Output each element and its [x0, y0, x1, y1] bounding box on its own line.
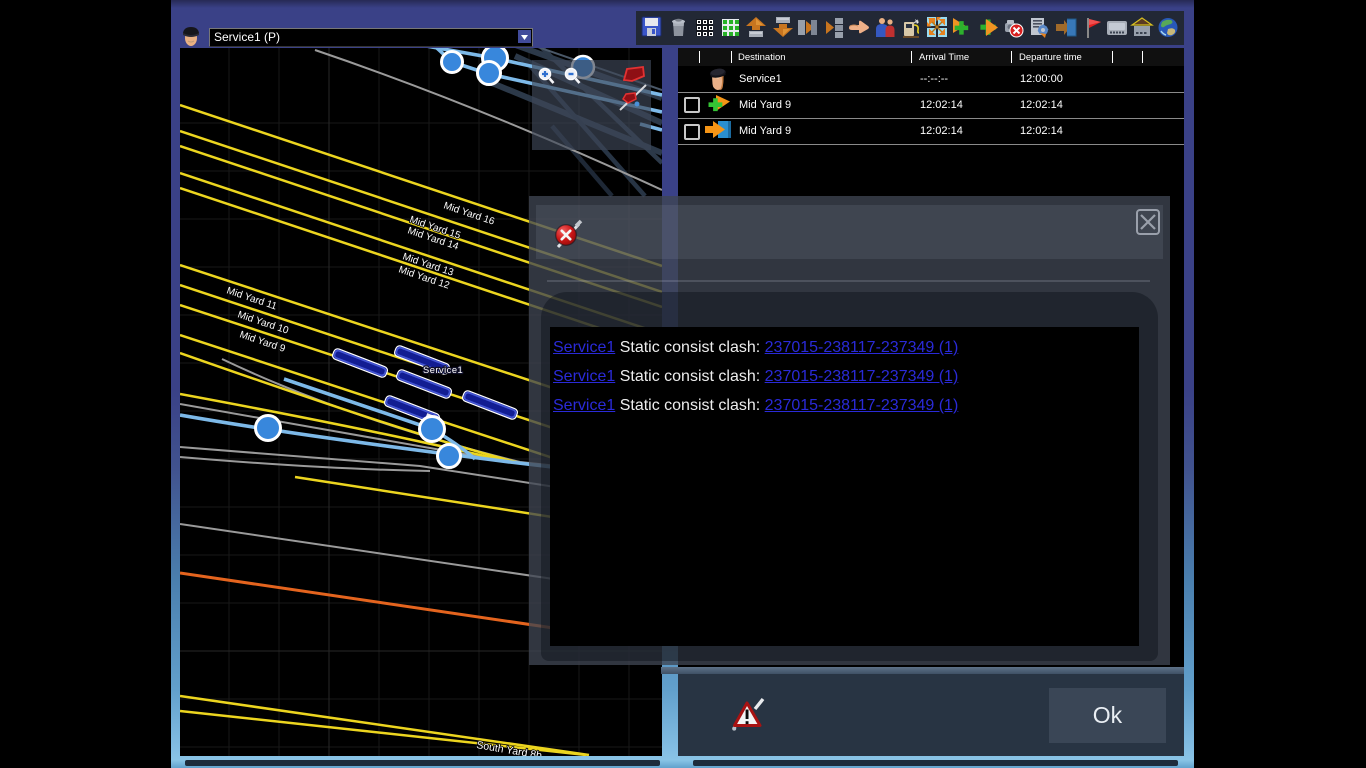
svg-text:Service1: Service1 — [423, 365, 463, 375]
